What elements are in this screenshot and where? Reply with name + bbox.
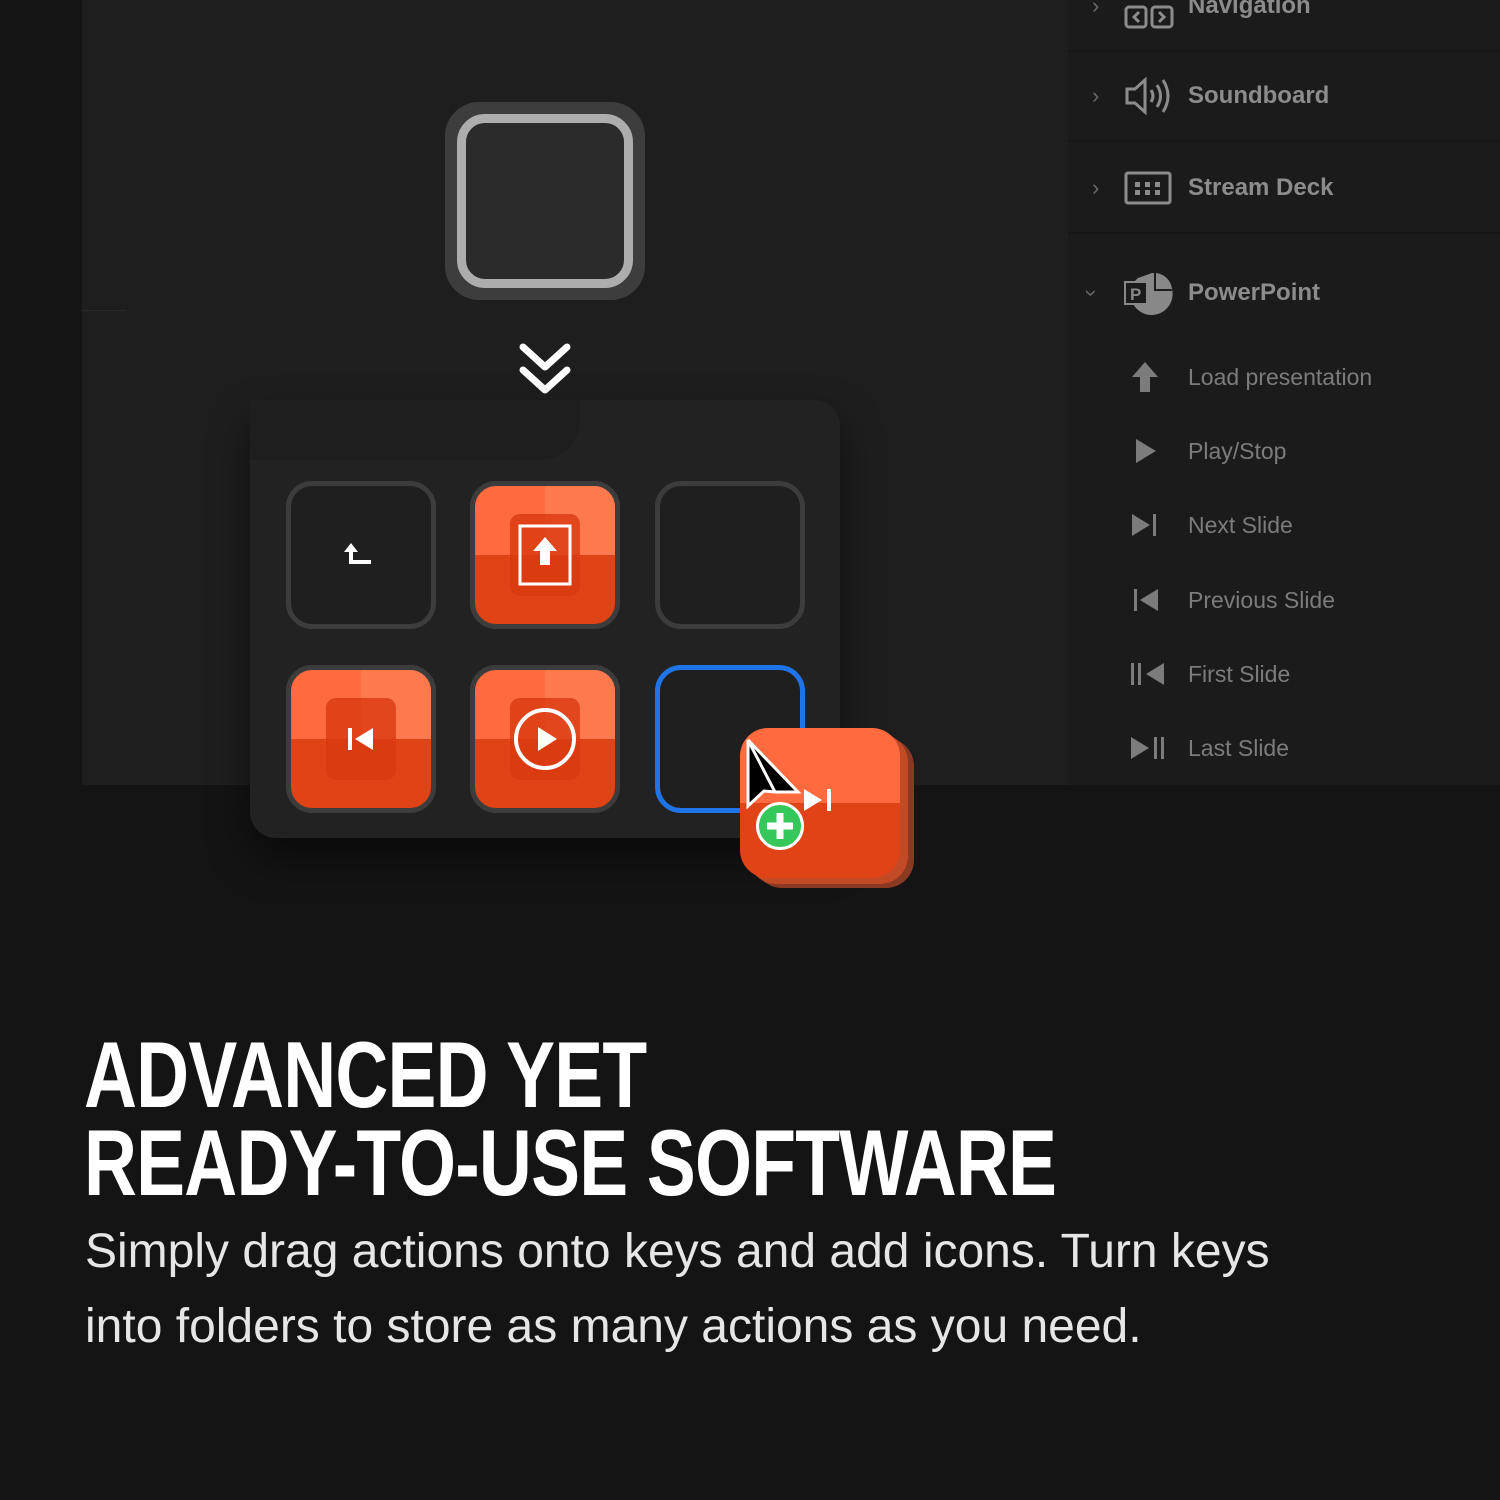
category-soundboard[interactable]: › Soundboard: [1068, 52, 1500, 142]
description-line-1: Simply drag actions onto keys and add ic…: [85, 1225, 1270, 1278]
divider: [82, 310, 126, 311]
svg-text:P: P: [1130, 285, 1141, 304]
actions-sidebar: › Navigation › Soundboard › Stream Deck …: [1068, 0, 1500, 785]
action-load-presentation[interactable]: Load presentation: [1068, 352, 1500, 402]
next-icon: [1132, 514, 1156, 536]
double-chevron-down-icon: [519, 343, 571, 394]
previous-icon: [1134, 589, 1158, 611]
category-label: Navigation: [1188, 0, 1311, 19]
chevron-right-icon: ›: [1092, 83, 1100, 108]
key-previous-slide[interactable]: [286, 665, 436, 813]
headline-line-1: ADVANCED YET: [84, 1022, 647, 1127]
back-arrow-icon: [344, 543, 371, 564]
key-back[interactable]: [286, 481, 436, 629]
play-circle-icon: [514, 708, 576, 770]
action-last-slide[interactable]: Last Slide: [1068, 723, 1500, 773]
powerpoint-icon: P: [1124, 273, 1173, 315]
action-previous-slide[interactable]: Previous Slide: [1068, 575, 1500, 625]
action-label: Next Slide: [1188, 511, 1293, 538]
navigation-arrows-icon: [1124, 5, 1174, 29]
headline-line-2: READY-TO-USE SOFTWARE: [84, 1110, 1057, 1215]
action-label: Load presentation: [1188, 363, 1373, 390]
key-play-stop[interactable]: [470, 665, 620, 813]
last-icon: [1131, 737, 1164, 759]
load-presentation-icon: [518, 524, 572, 586]
category-stream-deck[interactable]: › Stream Deck: [1068, 144, 1500, 234]
next-icon: [804, 789, 831, 811]
action-label: Last Slide: [1188, 734, 1290, 761]
chevron-right-icon: ›: [1092, 0, 1100, 18]
category-powerpoint[interactable]: › P PowerPoint: [1068, 248, 1500, 338]
category-navigation[interactable]: › Navigation: [1068, 0, 1500, 52]
action-label: Previous Slide: [1188, 586, 1336, 613]
folder-notch: [250, 400, 580, 460]
upload-arrow-icon: [1132, 362, 1158, 392]
speaker-icon: [1125, 76, 1170, 116]
add-plus-icon: [756, 802, 804, 850]
description-line-2: into folders to store as many actions as…: [85, 1300, 1142, 1353]
first-icon: [1131, 663, 1164, 685]
action-label: First Slide: [1188, 660, 1291, 687]
key-load-presentation[interactable]: [470, 481, 620, 629]
action-play-stop[interactable]: Play/Stop: [1068, 426, 1500, 476]
chevron-right-icon: ›: [1092, 175, 1100, 200]
category-label: Soundboard: [1188, 82, 1330, 109]
category-label: Stream Deck: [1188, 174, 1334, 201]
action-label: Play/Stop: [1188, 437, 1287, 464]
description: Simply drag actions onto keys and add ic…: [85, 1214, 1485, 1364]
stream-deck-grid-icon: [1124, 171, 1172, 205]
category-label: PowerPoint: [1188, 279, 1321, 306]
action-first-slide[interactable]: First Slide: [1068, 649, 1500, 699]
previous-icon: [348, 728, 373, 750]
chevron-down-icon: ›: [1079, 289, 1105, 297]
key-empty[interactable]: [655, 481, 805, 629]
folder-key[interactable]: [445, 102, 645, 300]
action-next-slide[interactable]: Next Slide: [1068, 500, 1500, 550]
play-icon: [1136, 439, 1156, 463]
